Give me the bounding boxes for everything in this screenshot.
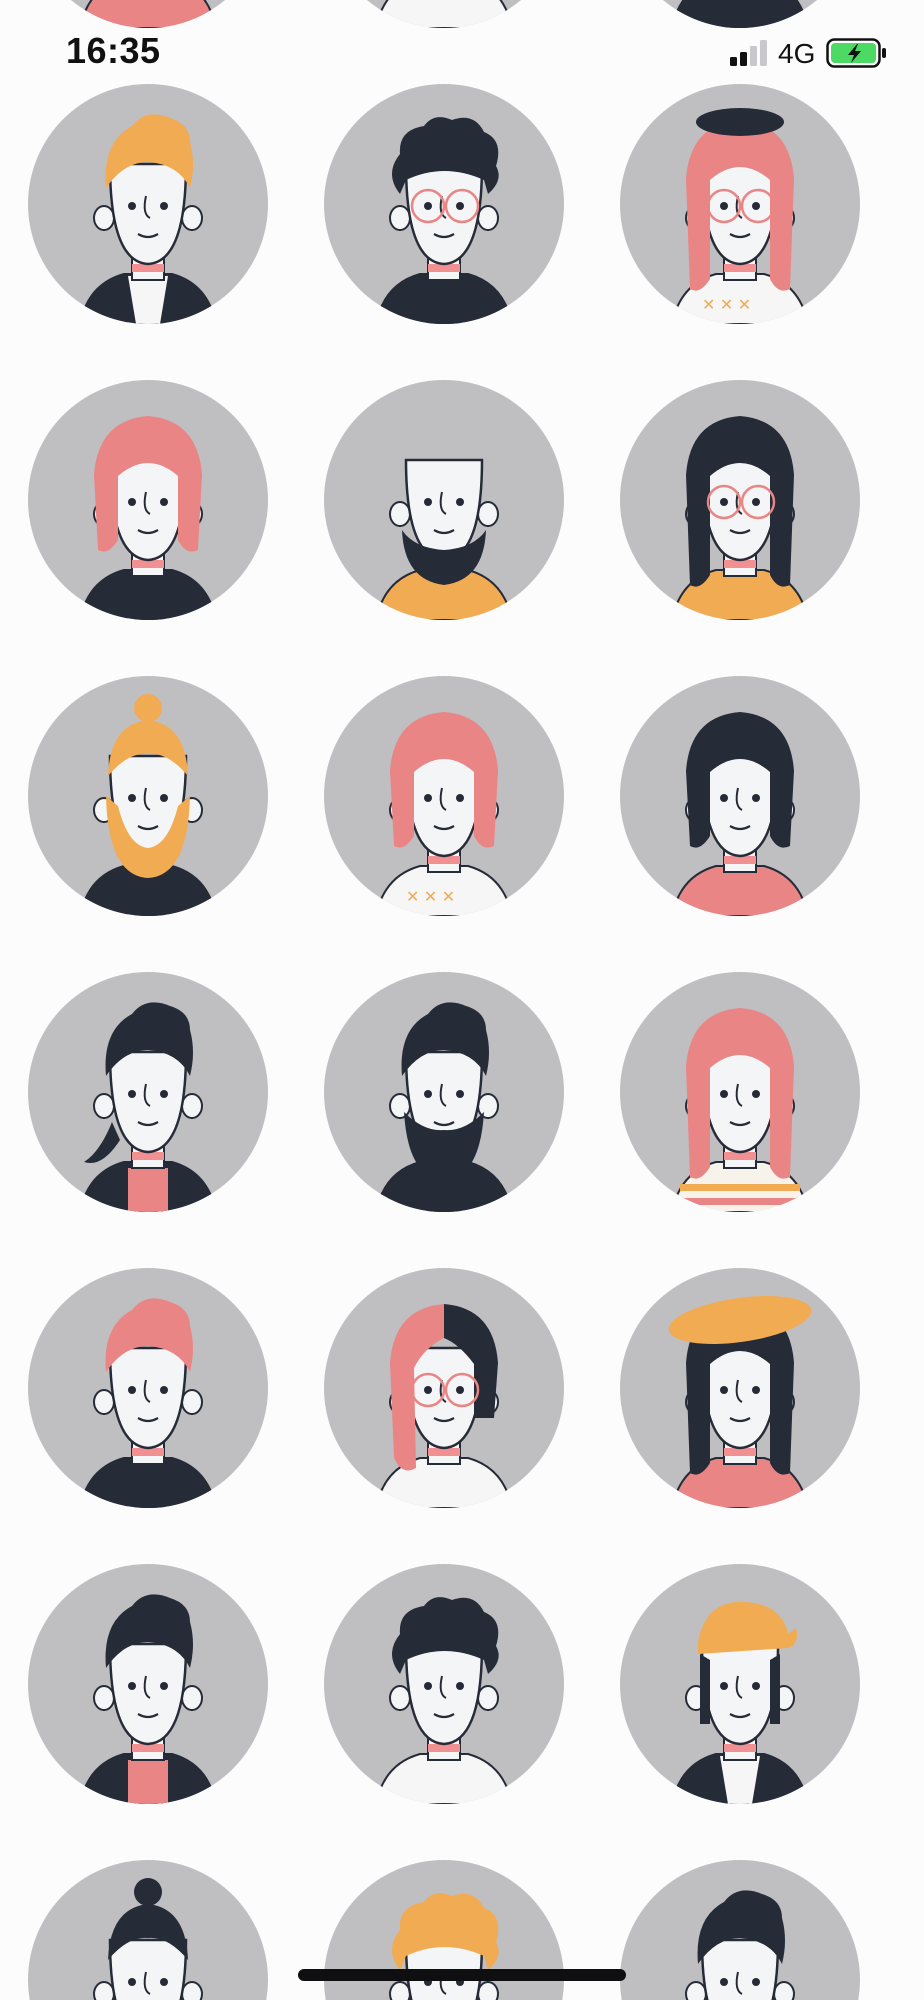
- avatar-dark-spiky-boy[interactable]: [28, 1564, 268, 1804]
- avatar-dark-beard-man[interactable]: [324, 972, 564, 1212]
- avatar-curly-glasses-man[interactable]: [324, 84, 564, 324]
- avatar-partial-3[interactable]: [620, 0, 860, 28]
- svg-text:✕ ✕ ✕: ✕ ✕ ✕: [406, 889, 455, 906]
- avatar-dark-bob-woman[interactable]: [620, 676, 860, 916]
- avatar-pink-hair-mustache[interactable]: [28, 380, 268, 620]
- avatar-orange-hat-woman[interactable]: [620, 1268, 860, 1508]
- avatar-orange-cap-man[interactable]: [620, 1564, 860, 1804]
- avatar-dark-bun-partial[interactable]: [28, 1860, 268, 2000]
- home-indicator[interactable]: [298, 1969, 626, 1981]
- avatar-dark-hair-partial[interactable]: [620, 1860, 860, 2000]
- avatar-pink-quiff-man[interactable]: [28, 1268, 268, 1508]
- avatar-pink-bob-woman[interactable]: ✕ ✕ ✕: [324, 676, 564, 916]
- svg-text:✕ ✕ ✕: ✕ ✕ ✕: [702, 297, 751, 314]
- avatar-pink-long-woman[interactable]: [620, 972, 860, 1212]
- avatar-curly-side-woman[interactable]: [324, 1564, 564, 1804]
- avatar-gallery-screen: ✕ ✕ ✕ ✕ ✕ ✕ 16:35 4G: [0, 0, 924, 2000]
- avatar-partial-2[interactable]: [324, 0, 564, 28]
- avatar-bald-bearded-man[interactable]: [324, 380, 564, 620]
- avatar-orange-hair-boy[interactable]: [28, 84, 268, 324]
- avatar-beret-glasses-woman[interactable]: ✕ ✕ ✕: [620, 84, 860, 324]
- avatar-partial-1[interactable]: [28, 0, 268, 28]
- avatar-ponytail-goatee-man[interactable]: [28, 972, 268, 1212]
- avatar-orange-bun-beard[interactable]: [28, 676, 268, 916]
- avatar-half-pink-glasses[interactable]: [324, 1268, 564, 1508]
- avatar-grid: ✕ ✕ ✕ ✕ ✕ ✕: [0, 0, 924, 2000]
- avatar-dark-hair-glasses-woman[interactable]: [620, 380, 860, 620]
